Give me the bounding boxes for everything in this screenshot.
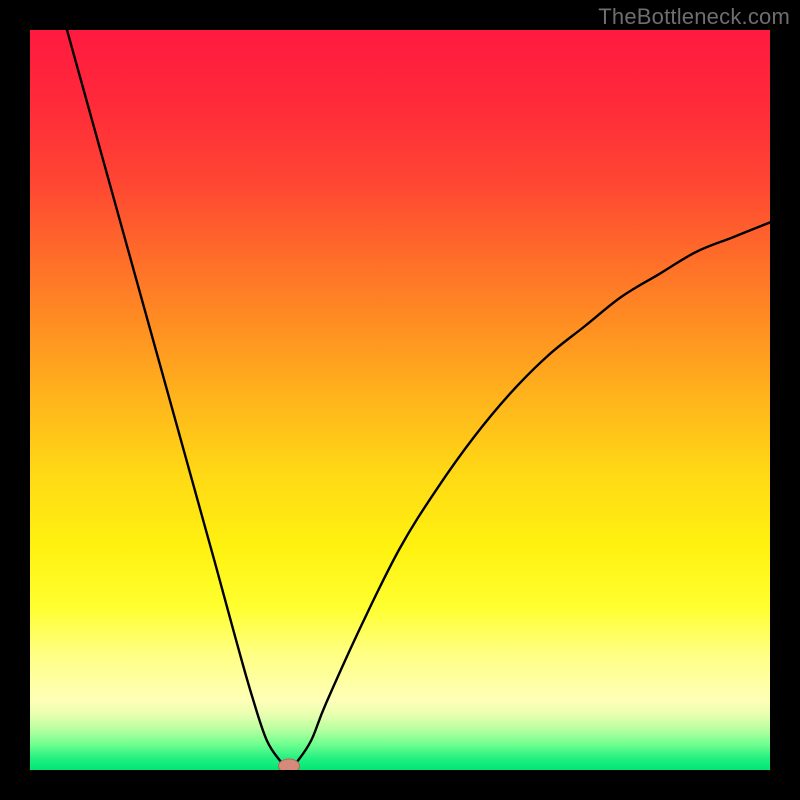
optimal-marker	[279, 759, 300, 770]
bottleneck-chart	[30, 30, 770, 770]
gradient-background	[30, 30, 770, 770]
watermark-text: TheBottleneck.com	[598, 4, 790, 30]
chart-frame	[30, 30, 770, 770]
